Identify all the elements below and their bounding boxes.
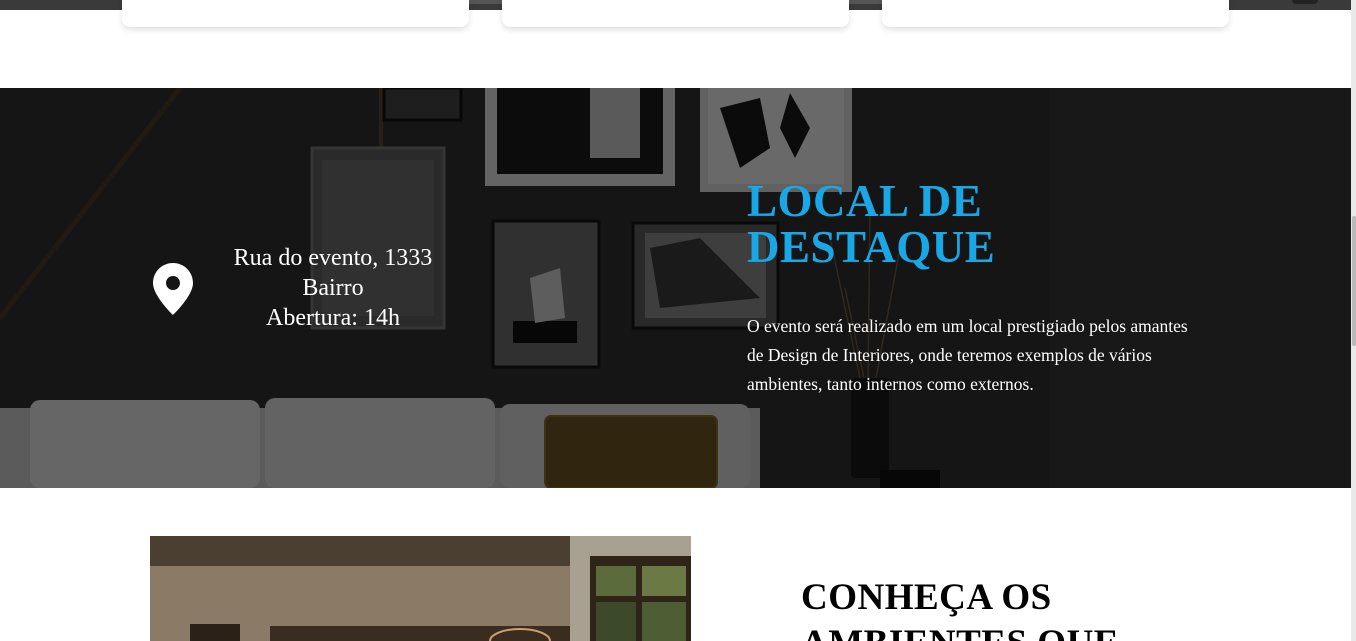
environments-title: CONHEÇA OS AMBIENTES QUE (801, 575, 1119, 641)
environments-photo (150, 536, 691, 641)
page: Rua do evento, 1333 Bairro Abertura: 14h… (0, 0, 1356, 641)
info-card-1 (122, 0, 469, 27)
living-room-image (150, 536, 691, 641)
venue-title: LOCAL DE DESTAQUE (747, 178, 995, 270)
top-bar-dot (1292, 0, 1318, 4)
address-opening-time: Abertura: 14h (266, 305, 400, 331)
scrollbar-thumb[interactable] (1352, 216, 1356, 346)
venue-section: Rua do evento, 1333 Bairro Abertura: 14h… (0, 88, 1351, 488)
venue-address: Rua do evento, 1333 Bairro Abertura: 14h (208, 243, 458, 333)
info-card-2 (502, 0, 849, 27)
address-neighborhood: Bairro (302, 275, 364, 301)
map-pin-icon (153, 263, 193, 315)
venue-description: O evento será realizado em um local pres… (747, 316, 1188, 394)
info-card-3 (882, 0, 1229, 27)
environments-title-line-2: AMBIENTES QUE (801, 621, 1119, 641)
address-street: Rua do evento, 1333 (233, 245, 433, 271)
previous-section (0, 0, 1351, 88)
environments-title-line-1: CONHEÇA OS (801, 577, 1052, 618)
venue-title-line-1: LOCAL DE (747, 176, 983, 226)
venue-title-line-2: DESTAQUE (747, 222, 996, 272)
venue-background-image (0, 88, 1351, 488)
